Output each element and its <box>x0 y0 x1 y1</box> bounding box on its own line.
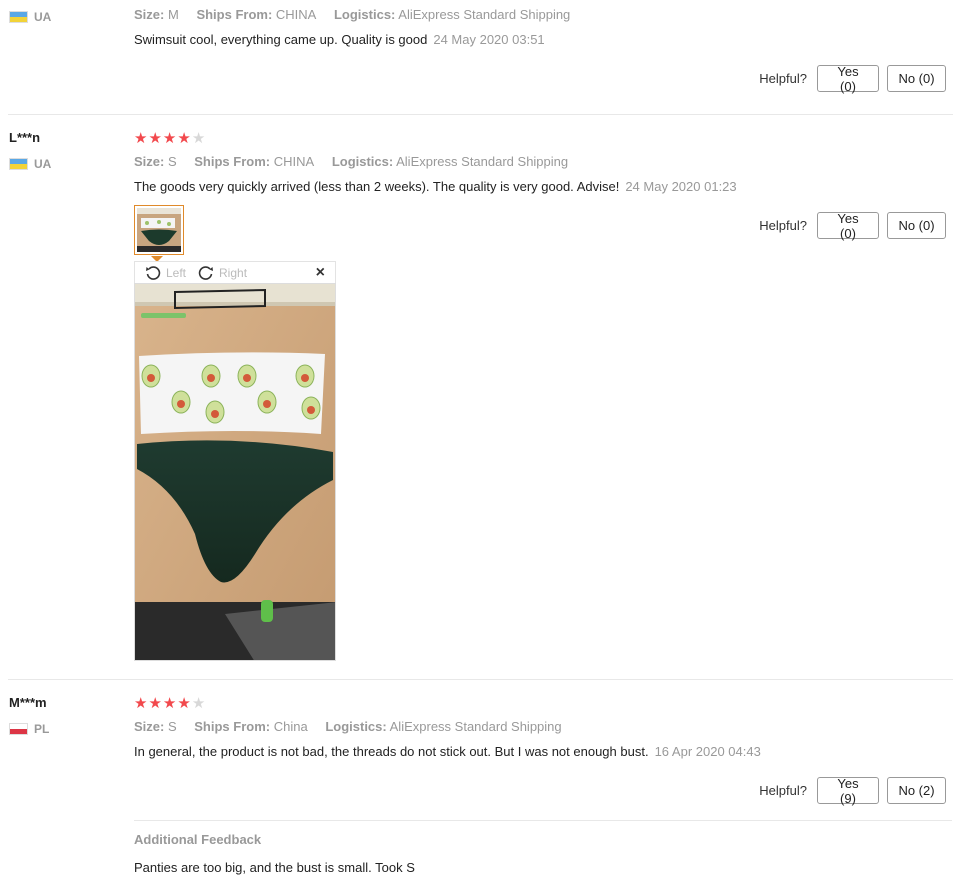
size-value: S <box>167 719 177 734</box>
additional-feedback-title: Additional Feedback <box>134 832 262 847</box>
star-icon: ★ <box>162 695 177 712</box>
size-label: Size: <box>134 154 165 169</box>
photo-viewer-toolbar: Left Right × <box>134 261 336 283</box>
review-body: In general, the product is not bad, the … <box>134 744 649 759</box>
review-meta: Size: S Ships From: CHINA Logistics: Ali… <box>134 154 568 169</box>
rotate-left-icon <box>146 265 161 280</box>
ships-from-label: Ships From: <box>196 7 273 22</box>
rotate-right-button[interactable]: Right <box>198 265 247 281</box>
ukraine-flag-icon <box>9 11 28 23</box>
ships-from-value: CHINA <box>273 154 315 169</box>
helpful-no-button[interactable]: No (0) <box>887 212 946 239</box>
size-value: M <box>167 7 179 22</box>
rotate-right-label: Right <box>219 265 248 280</box>
reviewer-country: PL <box>9 722 49 736</box>
rotate-right-icon <box>198 265 214 280</box>
helpful-yes-button[interactable]: Yes (0) <box>817 64 879 94</box>
country-code: UA <box>34 10 52 24</box>
reviewer-country: UA <box>9 157 51 171</box>
helpful-controls: Helpful? Yes (0) No (0) <box>759 64 946 94</box>
reviewer-name: M***m <box>9 695 47 710</box>
review-date: 16 Apr 2020 04:43 <box>654 744 761 759</box>
close-icon[interactable]: × <box>316 264 325 282</box>
star-icon: ★ <box>134 695 148 712</box>
helpful-label: Helpful? <box>759 218 807 233</box>
helpful-controls: Helpful? Yes (0) No (0) <box>759 211 946 241</box>
ships-from-value: China <box>273 719 308 734</box>
reviewer-name: L***n <box>9 130 41 145</box>
helpful-controls: Helpful? Yes (9) No (2) <box>759 776 946 806</box>
poland-flag-icon <box>9 723 28 735</box>
star-icon: ★ <box>177 130 191 147</box>
ships-from-label: Ships From: <box>194 154 271 169</box>
review-meta: Size: S Ships From: China Logistics: Ali… <box>134 719 562 734</box>
size-value: S <box>167 154 177 169</box>
star-rating: ★ ★ ★ ★ ★ <box>134 131 205 146</box>
logistics-label: Logistics: <box>331 154 394 169</box>
star-icon: ★ <box>148 130 162 147</box>
thumbnail-photo-icon <box>137 208 181 252</box>
reviewer-country: UA <box>9 10 51 24</box>
helpful-label: Helpful? <box>759 71 807 86</box>
star-empty-icon: ★ <box>191 130 206 147</box>
country-code: PL <box>34 722 50 736</box>
star-rating: ★ ★ ★ ★ ★ <box>134 696 205 711</box>
ships-from-label: Ships From: <box>194 719 271 734</box>
star-icon: ★ <box>134 130 148 147</box>
review-date: 24 May 2020 03:51 <box>433 32 545 47</box>
review-body: Swimsuit cool, everything came up. Quali… <box>134 32 428 47</box>
thumbnail-image <box>137 208 181 252</box>
logistics-label: Logistics: <box>333 7 396 22</box>
review-text: Swimsuit cool, everything came up. Quali… <box>134 32 545 47</box>
helpful-label: Helpful? <box>759 783 807 798</box>
helpful-no-button[interactable]: No (2) <box>887 777 946 804</box>
review-photo <box>134 283 336 661</box>
logistics-value: AliExpress Standard Shipping <box>389 719 562 734</box>
review-divider <box>8 679 953 680</box>
logistics-value: AliExpress Standard Shipping <box>398 7 571 22</box>
ships-from-value: CHINA <box>275 7 317 22</box>
rotate-left-label: Left <box>166 265 187 280</box>
size-label: Size: <box>134 7 165 22</box>
review-body: The goods very quickly arrived (less tha… <box>134 179 620 194</box>
review-date: 24 May 2020 01:23 <box>625 179 737 194</box>
review-text: In general, the product is not bad, the … <box>134 744 761 759</box>
review-meta: Size: M Ships From: CHINA Logistics: Ali… <box>134 7 570 22</box>
review-divider <box>8 114 953 115</box>
star-empty-icon: ★ <box>191 695 206 712</box>
country-code: UA <box>34 157 52 171</box>
additional-feedback-divider <box>134 820 952 821</box>
review-text: The goods very quickly arrived (less tha… <box>134 179 737 194</box>
star-icon: ★ <box>162 130 177 147</box>
rotate-left-button[interactable]: Left <box>145 265 186 281</box>
logistics-label: Logistics: <box>325 719 387 734</box>
logistics-value: AliExpress Standard Shipping <box>396 154 569 169</box>
star-icon: ★ <box>177 695 191 712</box>
helpful-yes-button[interactable]: Yes (9) <box>817 776 879 806</box>
additional-feedback-text: Panties are too big, and the bust is sma… <box>134 860 415 875</box>
review-photo-thumbnail[interactable] <box>134 205 184 255</box>
helpful-yes-button[interactable]: Yes (0) <box>817 211 879 241</box>
ukraine-flag-icon <box>9 158 28 170</box>
star-icon: ★ <box>148 695 162 712</box>
size-label: Size: <box>134 719 165 734</box>
swimsuit-photo-icon <box>135 284 335 660</box>
helpful-no-button[interactable]: No (0) <box>887 65 946 92</box>
